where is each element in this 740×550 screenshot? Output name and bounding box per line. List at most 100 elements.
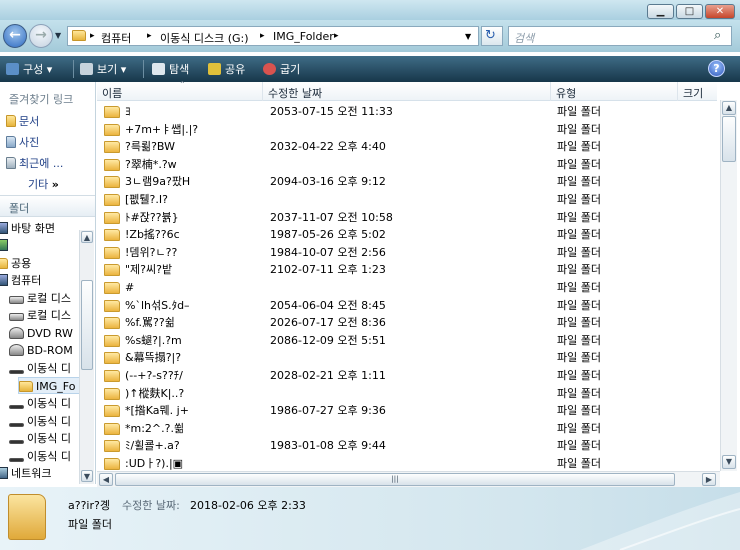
- column-size[interactable]: 크기: [683, 85, 703, 101]
- maximize-button[interactable]: □: [676, 4, 703, 19]
- drive-icon: [9, 458, 24, 462]
- command-bar: 구성 ▾ 보기 ▾ 탐색 공유 굽기 ?: [0, 56, 740, 82]
- file-row[interactable]: ?륵뢺?BW 2032-04-22 오후 4:40 파일 폴더: [97, 138, 717, 156]
- file-row[interactable]: %`lh섞S.ﾀd– 2054-06-04 오전 8:45 파일 폴더: [97, 297, 717, 315]
- file-row[interactable]: *m:2^.?.쐶 파일 폴더: [97, 420, 717, 438]
- column-type[interactable]: 유형: [556, 85, 576, 101]
- search-field[interactable]: 검색 ⌕: [508, 26, 732, 46]
- tree-item-local-disk-1[interactable]: 로컬 디스: [9, 290, 71, 307]
- file-row[interactable]: &幕뜩搨?|? 파일 폴더: [97, 349, 717, 367]
- file-row[interactable]: !뎀위?ㄴ?? 1984-10-07 오전 2:56 파일 폴더: [97, 244, 717, 262]
- scroll-down-button[interactable]: ▼: [722, 455, 736, 469]
- refresh-button[interactable]: ↻: [481, 26, 503, 46]
- tree-item-removable-2[interactable]: 이동식 디: [9, 395, 71, 412]
- column-divider[interactable]: [262, 82, 263, 101]
- file-row[interactable]: %s螁?|.?m 2086-12-09 오전 5:51 파일 폴더: [97, 332, 717, 350]
- toolbar-divider: [73, 60, 74, 78]
- tree-item-removable-5[interactable]: 이동식 디: [9, 448, 71, 465]
- organize-button[interactable]: 구성 ▾: [6, 61, 52, 77]
- crumb-img-folder[interactable]: IMG_Folder: [273, 30, 334, 43]
- file-row[interactable]: ﾐ/휠쿌+.a? 1983-01-08 오후 9:44 파일 폴더: [97, 437, 717, 455]
- details-swoosh: [580, 492, 740, 550]
- file-row[interactable]: # 파일 폴더: [97, 279, 717, 297]
- recent-pages-dropdown[interactable]: ▼: [55, 31, 61, 40]
- nav-scroll-up[interactable]: ▲: [81, 231, 93, 243]
- explore-button[interactable]: 탐색: [152, 61, 189, 77]
- file-row[interactable]: :UDㅏ?).|▣ 파일 폴더: [97, 455, 717, 471]
- file-date: 2086-12-09 오전 5:51: [270, 333, 386, 347]
- help-button[interactable]: ?: [708, 60, 725, 77]
- nav-scroll-thumb[interactable]: [81, 280, 93, 370]
- favorite-documents[interactable]: 문서: [6, 113, 39, 129]
- search-icon[interactable]: ⌕: [714, 28, 721, 43]
- folder-icon: [104, 158, 120, 171]
- file-row[interactable]: +7m+ㅑ쌥|.|? 파일 폴더: [97, 121, 717, 139]
- drive-icon: [9, 423, 24, 427]
- file-row[interactable]: ﾄ#잕??뷹} 2037-11-07 오전 10:58 파일 폴더: [97, 209, 717, 227]
- favorite-recent[interactable]: 최근에 ...: [6, 155, 63, 171]
- navigation-pane: 즐겨찾기 링크 문서 사진 최근에 ... 기타 » 폴더 바탕 화면 공용 컴…: [0, 82, 96, 484]
- tree-label: 로컬 디스: [27, 292, 71, 305]
- horizontal-scrollbar[interactable]: ◀ ||| ▶: [97, 471, 720, 487]
- tree-label: 컴퓨터: [11, 274, 42, 287]
- tree-item-public[interactable]: 공용: [0, 255, 31, 272]
- tree-item-removable-3[interactable]: 이동식 디: [9, 413, 71, 430]
- search-input[interactable]: 검색: [514, 30, 534, 46]
- back-button[interactable]: ←: [3, 24, 27, 48]
- vertical-scrollbar[interactable]: ▲ ▼: [720, 100, 737, 471]
- views-button[interactable]: 보기 ▾: [80, 61, 126, 77]
- favorite-pictures[interactable]: 사진: [6, 134, 39, 150]
- column-date[interactable]: 수정한 날짜: [268, 85, 322, 101]
- hscroll-thumb[interactable]: |||: [115, 473, 675, 486]
- close-button[interactable]: ✕: [705, 4, 735, 19]
- crumb-removable-disk[interactable]: 이동식 디스크 (G:): [160, 30, 249, 46]
- scroll-thumb[interactable]: [722, 116, 736, 162]
- share-button[interactable]: 공유: [208, 61, 245, 77]
- favorite-more[interactable]: 기타 »: [28, 176, 59, 192]
- file-list: ⌃ 이름 수정한 날짜 유형 크기 ﾖ 2053-07-15 오전 11:33 파일…: [97, 80, 740, 484]
- column-name[interactable]: 이름: [102, 85, 122, 101]
- tree-item-network[interactable]: 네트워크: [0, 465, 51, 482]
- file-row[interactable]: %f.駡??쉶 2026-07-17 오전 8:36 파일 폴더: [97, 314, 717, 332]
- file-row[interactable]: 3ㄴ램9a?팠H 2094-03-16 오후 9:12 파일 폴더: [97, 173, 717, 191]
- file-date: 1986-07-27 오후 9:36: [270, 404, 386, 418]
- explore-label: 탐색: [169, 63, 190, 76]
- share-label: 공유: [225, 63, 246, 76]
- crumb-separator: ▸: [147, 31, 152, 41]
- tree-item-removable-1[interactable]: 이동식 디: [9, 360, 71, 377]
- address-bar[interactable]: ▸ 컴퓨터 ▸ 이동식 디스크 (G:) ▸ IMG_Folder ▸ ▼: [67, 26, 479, 46]
- minimize-button[interactable]: ▁: [647, 4, 674, 19]
- tree-item-bd-rom[interactable]: BD-ROM: [9, 342, 73, 359]
- nav-scroll-down[interactable]: ▼: [81, 470, 93, 482]
- tree-item-removable-4[interactable]: 이동식 디: [9, 430, 71, 447]
- drive-icon: [9, 405, 24, 409]
- scroll-up-button[interactable]: ▲: [722, 101, 736, 115]
- forward-button[interactable]: →: [29, 24, 53, 48]
- file-row[interactable]: ?翠楠*.?w 파일 폴더: [97, 156, 717, 174]
- file-row[interactable]: !Zb搖??6c 1987-05-26 오후 5:02 파일 폴더: [97, 226, 717, 244]
- tree-item-dvd-rw[interactable]: DVD RW: [9, 325, 73, 342]
- file-row[interactable]: [펪퉬?.I? 파일 폴더: [97, 191, 717, 209]
- folders-header[interactable]: 폴더: [0, 195, 95, 217]
- tree-item-desktop[interactable]: 바탕 화면: [0, 220, 55, 237]
- address-dropdown-icon[interactable]: ▼: [465, 32, 471, 41]
- file-row[interactable]: )↑樅麩K|..? 파일 폴더: [97, 385, 717, 403]
- file-row[interactable]: *[揝Ka뭬. j+ 1986-07-27 오후 9:36 파일 폴더: [97, 402, 717, 420]
- nav-scrollbar[interactable]: ▲ ▼: [79, 230, 94, 484]
- file-row[interactable]: ﾖ 2053-07-15 오전 11:33 파일 폴더: [97, 103, 717, 121]
- burn-button[interactable]: 굽기: [263, 61, 300, 77]
- crumb-computer[interactable]: 컴퓨터: [101, 30, 131, 46]
- file-row[interactable]: (--+?-s??ﾁ/2028-02-21 오후 1:11 파일 폴더: [97, 367, 717, 385]
- tree-item-img-folder[interactable]: IMG_Fo: [18, 377, 79, 394]
- refresh-icon: ↻: [485, 28, 496, 43]
- folder-icon: [104, 299, 120, 312]
- tree-item-computer[interactable]: 컴퓨터: [0, 272, 41, 289]
- organize-label: 구성: [23, 63, 44, 76]
- scroll-left-button[interactable]: ◀: [99, 473, 113, 486]
- file-row[interactable]: "제?씨?밭 2102-07-11 오후 1:23 파일 폴더: [97, 261, 717, 279]
- scroll-right-button[interactable]: ▶: [702, 473, 716, 486]
- tree-item-local-disk-2[interactable]: 로컬 디스: [9, 307, 71, 324]
- column-divider[interactable]: [550, 82, 551, 101]
- column-divider[interactable]: [677, 82, 678, 101]
- tree-item-user[interactable]: [0, 237, 11, 254]
